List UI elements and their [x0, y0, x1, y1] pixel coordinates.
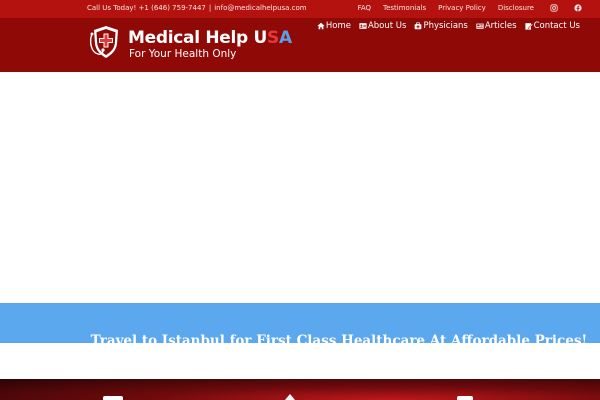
top-links: FAQ Testimonials Privacy Policy Disclosu…: [345, 2, 582, 14]
service-icon-left: [103, 396, 123, 400]
top-link-privacy-policy[interactable]: Privacy Policy: [438, 4, 486, 12]
medical-bag-icon: [414, 22, 422, 30]
site-logo[interactable]: Medical Help USA For Your Health Only: [88, 24, 292, 66]
nav-item-articles[interactable]: Articles: [476, 21, 517, 31]
nav-item-about-us[interactable]: About Us: [359, 21, 406, 31]
logo-title-s: S: [267, 28, 279, 48]
id-card-icon: [359, 22, 367, 30]
services-section-top: [0, 379, 600, 400]
nav-label-contact-us: Contact Us: [533, 21, 580, 31]
instagram-icon[interactable]: [550, 4, 558, 12]
home-icon: [317, 22, 325, 30]
banner-subtitle: "Medical Help USA" - The Leading Company…: [182, 350, 496, 360]
logo-title-u: U: [253, 28, 268, 48]
hero-area: [0, 72, 600, 303]
logo-title-a: A: [278, 28, 292, 48]
email-link[interactable]: info@medicalhelpusa.com: [214, 4, 306, 12]
service-icon-right: [457, 396, 473, 400]
top-bar: Call Us Today! +1 (646) 759-7447 | info@me…: [0, 0, 600, 18]
nav-item-contact-us[interactable]: Contact Us: [524, 21, 580, 31]
logo-title: Medical Help USA: [128, 28, 292, 48]
nav-label-physicians: Physicians: [423, 21, 468, 31]
site-header: Medical Help USA For Your Health Only Ho…: [0, 18, 600, 76]
banner-title: Travel to Istanbul for First Class Healt…: [90, 333, 588, 349]
top-link-faq[interactable]: FAQ: [357, 4, 371, 12]
newspaper-icon: [476, 22, 484, 30]
edit-icon: [524, 22, 533, 30]
contact-separator: |: [208, 4, 212, 12]
nav-item-home[interactable]: Home: [317, 21, 351, 31]
nav-label-about-us: About Us: [367, 21, 407, 31]
nav-label-home: Home: [325, 21, 351, 31]
logo-title-main: Medical Help: [128, 28, 254, 48]
medical-shield-logo-icon: [89, 26, 118, 58]
contact-info: Call Us Today! +1 (646) 759-7447 | info@me…: [87, 4, 307, 12]
nav-item-physicians[interactable]: Physicians: [414, 21, 468, 31]
main-navigation: Home About Us Physicians Articles Contac…: [309, 19, 580, 33]
top-link-disclosure[interactable]: Disclosure: [498, 4, 534, 12]
service-icon-center: [285, 394, 295, 400]
top-link-testimonials[interactable]: Testimonials: [383, 4, 426, 12]
call-us-text[interactable]: Call Us Today! +1 (646) 759-7447: [87, 4, 206, 12]
nav-label-articles: Articles: [484, 21, 517, 31]
logo-tagline: For Your Health Only: [129, 48, 237, 60]
facebook-icon[interactable]: [574, 4, 582, 12]
